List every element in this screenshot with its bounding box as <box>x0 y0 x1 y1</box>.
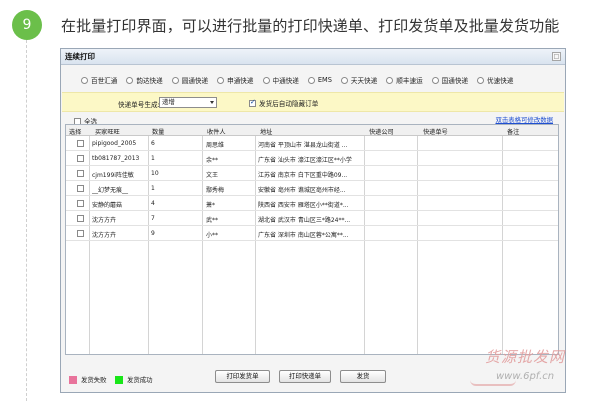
courier-option-shentong[interactable]: 申通快递 <box>217 75 254 85</box>
fail-color-swatch <box>69 375 77 384</box>
cell-address[interactable]: 广东省 深圳市 南山区蓉*公寓**... <box>258 230 362 239</box>
cell-address[interactable]: 安徽省 亳州市 谯城区亳州市经... <box>258 185 362 194</box>
courier-option-guotong[interactable]: 国通快递 <box>431 75 468 85</box>
print-invoice-button[interactable]: 打印发货单 <box>215 370 270 383</box>
cell-quantity[interactable]: 4 <box>151 200 155 207</box>
cell-recipient[interactable]: 文王 <box>206 170 218 179</box>
header-tracking-number: 快递单号 <box>423 129 448 136</box>
header-recipient: 收件人 <box>207 129 226 136</box>
batch-print-window: 连续打印 □ 百世汇通 韵达快递 圆通快递 申通快递 中通快递 EMS 天天快递… <box>60 48 566 393</box>
header-buyer: 买家旺旺 <box>95 129 120 136</box>
cell-quantity[interactable]: 7 <box>151 215 155 222</box>
cell-address[interactable]: 湖北省 武汉市 青山区三*路24**... <box>258 215 362 224</box>
radio-icon[interactable] <box>477 76 485 84</box>
row-checkbox[interactable] <box>77 230 84 237</box>
header-address: 地址 <box>260 129 273 136</box>
step-number-badge: 9 <box>12 10 42 40</box>
cell-recipient[interactable]: 武** <box>206 215 218 224</box>
radio-icon[interactable] <box>217 76 225 84</box>
cell-buyer[interactable]: 沈方方卉 <box>92 230 147 239</box>
tracking-mode-select[interactable]: 递增 <box>159 97 217 108</box>
cell-buyer[interactable]: 安静的蘑菇 <box>92 200 147 209</box>
cell-quantity[interactable]: 1 <box>151 185 155 192</box>
courier-option-tiantian[interactable]: 天天快递 <box>340 75 377 85</box>
row-checkbox[interactable] <box>77 185 84 192</box>
courier-option-shunfeng[interactable]: 顺丰速运 <box>386 75 423 85</box>
print-express-button[interactable]: 打印快递单 <box>279 370 331 383</box>
cell-buyer[interactable]: pipigood_2005 <box>92 140 147 147</box>
cell-address[interactable]: 江苏省 南京市 白下区重中路09... <box>258 170 362 179</box>
table-row[interactable]: 沈方方卉 9 小** 广东省 深圳市 南山区蓉*公寓**... <box>66 226 558 241</box>
cell-quantity[interactable]: 1 <box>151 155 155 162</box>
radio-icon[interactable] <box>126 76 134 84</box>
table-row[interactable]: __幻梦无痕__ 1 鄢秀梅 安徽省 亳州市 谯城区亳州市经... <box>66 181 558 196</box>
radio-icon[interactable] <box>171 76 179 84</box>
success-color-swatch <box>115 375 123 384</box>
cell-recipient[interactable]: 萧* <box>206 200 215 209</box>
window-close-icon[interactable]: □ <box>552 52 561 61</box>
row-checkbox[interactable] <box>77 155 84 162</box>
courier-option-baishi[interactable]: 百世汇通 <box>81 75 117 85</box>
courier-option-yuantong[interactable]: 圆通快递 <box>171 75 208 85</box>
table-row[interactable]: tb081787_2013 1 余** 广东省 汕头市 濠江区濠江区**小学 <box>66 151 558 166</box>
courier-option-ems[interactable]: EMS <box>307 76 332 84</box>
watermark-swirl <box>470 380 516 386</box>
chevron-down-icon <box>210 101 214 104</box>
row-checkbox[interactable] <box>77 170 84 177</box>
cell-recipient[interactable]: 余** <box>206 155 218 164</box>
cell-recipient[interactable]: 小** <box>206 230 218 239</box>
auto-hide-option[interactable]: 发货后自动隐藏订单 <box>249 98 318 108</box>
courier-option-yousu[interactable]: 优速快递 <box>477 75 513 85</box>
edit-hint-link[interactable]: 双击表格可修改数据 <box>495 115 553 124</box>
step-description: 在批量打印界面，可以进行批量的打印快递单、打印发货单及批量发货功能 <box>61 17 560 35</box>
options-bar: 快递单号生成: 递增 发货后自动隐藏订单 <box>62 92 564 112</box>
tracking-mode-label: 快递单号生成: <box>118 101 160 109</box>
order-table: 选择 买家旺旺 数量 收件人 地址 快递公司 快递单号 备注 pipigood_… <box>65 124 559 355</box>
cell-address[interactable]: 广东省 汕头市 濠江区濠江区**小学 <box>258 155 362 164</box>
cell-address[interactable]: 陕西省 西安市 雁塔区小**街道*... <box>258 200 362 209</box>
cell-quantity[interactable]: 10 <box>151 170 159 177</box>
radio-icon[interactable] <box>431 76 439 84</box>
cell-address[interactable]: 河南省 平顶山市 湛县龙山街道 ... <box>258 140 362 149</box>
radio-icon[interactable] <box>262 76 270 84</box>
ship-button[interactable]: 发货 <box>340 370 386 383</box>
cell-recipient[interactable]: 鄢秀梅 <box>206 185 224 194</box>
cell-buyer[interactable]: __幻梦无痕__ <box>92 185 147 194</box>
header-quantity: 数量 <box>152 129 165 136</box>
radio-icon[interactable] <box>81 76 88 84</box>
courier-radio-group: 百世汇通 韵达快递 圆通快递 申通快递 中通快递 EMS 天天快递 顺丰速运 国… <box>81 74 522 86</box>
table-row[interactable]: pipigood_2005 6 周思维 河南省 平顶山市 湛县龙山街道 ... <box>66 136 558 151</box>
header-courier: 快递公司 <box>369 129 394 136</box>
table-row[interactable]: 沈方方卉 7 武** 湖北省 武汉市 青山区三*路24**... <box>66 211 558 226</box>
legend-ship-success: 发货成功 <box>115 375 153 384</box>
step-divider <box>26 40 27 401</box>
radio-icon[interactable] <box>386 76 394 84</box>
auto-hide-checkbox[interactable] <box>249 98 256 107</box>
radio-icon[interactable] <box>307 76 315 84</box>
table-header: 选择 买家旺旺 数量 收件人 地址 快递公司 快递单号 备注 <box>66 125 558 136</box>
header-remark: 备注 <box>507 129 520 136</box>
row-checkbox[interactable] <box>77 200 84 207</box>
cell-buyer[interactable]: cjm199i阵佳敏 <box>92 170 147 179</box>
legend-ship-failed: 发货失败 <box>69 375 107 384</box>
row-checkbox[interactable] <box>77 140 84 147</box>
window-titlebar: 连续打印 □ <box>61 49 565 65</box>
table-row[interactable]: 安静的蘑菇 4 萧* 陕西省 西安市 雁塔区小**街道*... <box>66 196 558 211</box>
watermark-brand: 货源批发网 <box>485 348 566 366</box>
header-select: 选择 <box>69 129 82 136</box>
table-row[interactable]: cjm199i阵佳敏 10 文王 江苏省 南京市 白下区重中路09... <box>66 166 558 181</box>
radio-icon[interactable] <box>340 76 348 84</box>
courier-option-zhongtong[interactable]: 中通快递 <box>262 75 299 85</box>
cell-quantity[interactable]: 6 <box>151 140 155 147</box>
cell-quantity[interactable]: 9 <box>151 230 155 237</box>
courier-option-yunda[interactable]: 韵达快递 <box>126 75 163 85</box>
row-checkbox[interactable] <box>77 215 84 222</box>
cell-recipient[interactable]: 周思维 <box>206 140 224 149</box>
cell-buyer[interactable]: tb081787_2013 <box>92 155 147 162</box>
cell-buyer[interactable]: 沈方方卉 <box>92 215 147 224</box>
window-title: 连续打印 <box>65 52 95 61</box>
